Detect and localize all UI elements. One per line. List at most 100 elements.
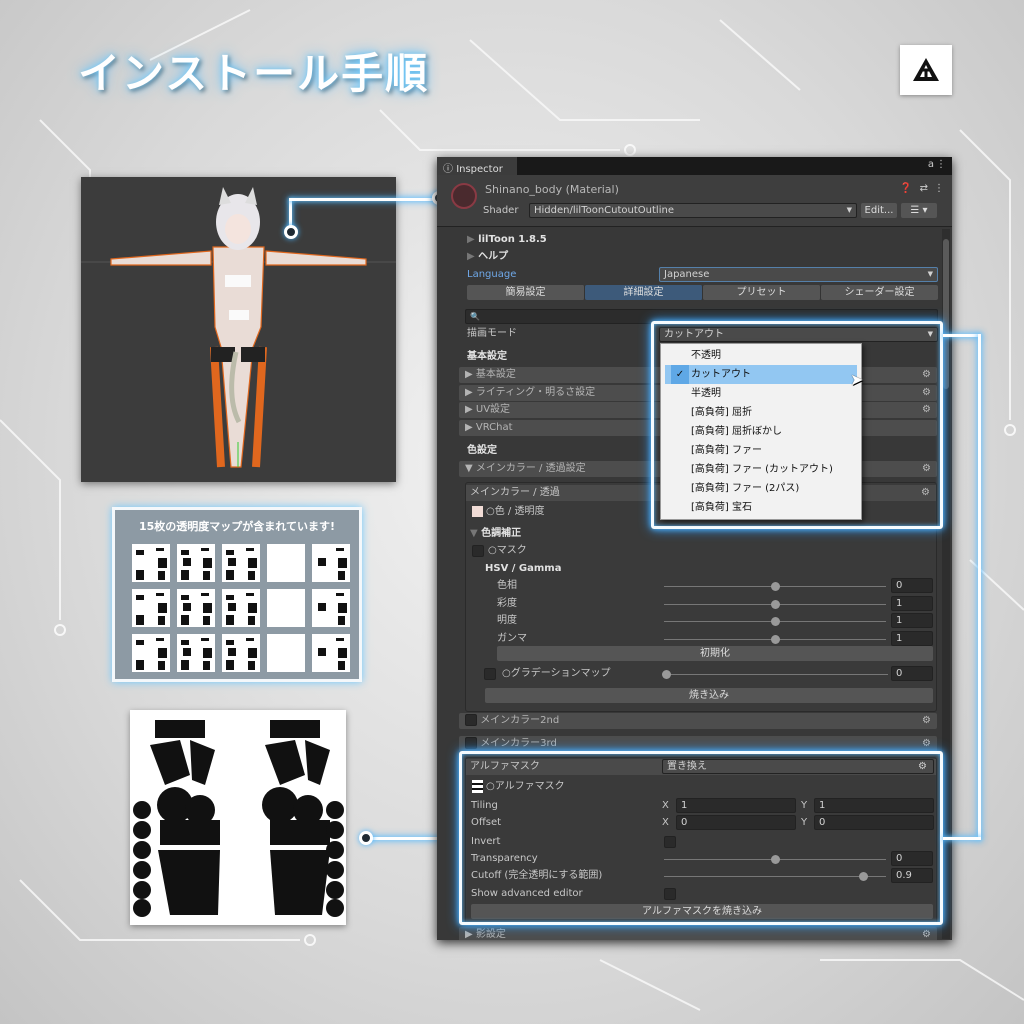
search-icon: 🔍 [470, 312, 480, 321]
slider-label: 色相 [497, 578, 517, 594]
menu-item-label: [高負荷] ファー [691, 445, 762, 456]
lock-icon[interactable]: a [928, 159, 934, 170]
slider-value-field[interactable]: 0 [891, 578, 933, 593]
slider-knob[interactable] [771, 582, 780, 591]
help-icon[interactable]: ❓ [900, 183, 912, 194]
menu-item-label: カットアウト [691, 369, 751, 380]
info-icon: ⓘ [443, 164, 456, 175]
slider-value-field[interactable]: 1 [891, 596, 933, 611]
transparency-map-thumbnail [177, 589, 215, 627]
preset-icon[interactable]: ⇄ [920, 183, 928, 194]
slider-label: 彩度 [497, 596, 517, 612]
callout-dot [359, 831, 373, 845]
transparency-map-thumbnail [177, 544, 215, 582]
transparency-maps-panel: 15枚の透明度マップが含まれています! [112, 507, 362, 682]
hsv-slider[interactable] [664, 639, 886, 640]
tab-simple[interactable]: 簡易設定 [467, 285, 585, 300]
alpha-mask-highlight [459, 751, 943, 925]
foldout-shadow[interactable]: ▶ 影設定⚙ [459, 927, 937, 940]
chevron-down-icon: ▼ [847, 204, 852, 217]
edit-shader-button[interactable]: Edit... [861, 203, 897, 218]
callout-line [289, 198, 441, 201]
menu-item-label: 半透明 [691, 388, 721, 399]
mask-texture-slot[interactable] [472, 545, 484, 557]
callout-line [943, 334, 981, 337]
tab-inspector[interactable]: ⓘ Inspector [437, 157, 517, 175]
menu-item[interactable]: [高負荷] 宝石 [661, 498, 861, 517]
tab-advanced[interactable]: 詳細設定 [585, 285, 703, 300]
transparency-map-thumbnail [267, 544, 305, 582]
transparency-map-thumbnail [222, 589, 260, 627]
render-mode-menu: 不透明✓カットアウト半透明[高負荷] 屈折[高負荷] 屈折ぼかし[高負荷] ファ… [660, 343, 862, 520]
checkmark-icon: ✓ [671, 365, 689, 384]
callout-line [943, 837, 981, 840]
liltoon-version-foldout[interactable]: ▶ lilToon 1.8.5 [467, 232, 547, 248]
more-icon[interactable]: ⋮ [934, 183, 944, 194]
menu-item-label: [高負荷] ファー (2パス) [691, 483, 799, 494]
alpha-mask-texture [130, 710, 346, 925]
tab-shader-settings[interactable]: シェーダー設定 [821, 285, 938, 300]
color-swatch[interactable] [472, 506, 483, 517]
mode-tabs: 簡易設定 詳細設定 プリセット シェーダー設定 [467, 285, 938, 300]
foldout-main-color-2nd[interactable]: メインカラー2nd⚙ [459, 713, 937, 729]
slider-value-field[interactable]: 1 [891, 631, 933, 646]
menu-item[interactable]: [高負荷] 屈折ぼかし [661, 422, 861, 441]
reset-button[interactable]: 初期化 [497, 646, 933, 661]
gradation-texture-slot[interactable] [484, 668, 496, 680]
color-correction-foldout[interactable]: ▼ 色調補正 [470, 526, 521, 542]
shader-dropdown[interactable]: Hidden/lilToonCutoutOutline▼ [529, 203, 857, 218]
slider-knob[interactable] [771, 617, 780, 626]
mask-label: ○マスク [488, 543, 527, 559]
menu-item-label: 不透明 [691, 350, 721, 361]
render-mode-label: 描画モード [467, 326, 517, 342]
more-menu-icon[interactable]: ⋮ [936, 159, 946, 170]
transparency-map-thumbnail [132, 544, 170, 582]
menu-item[interactable]: [高負荷] ファー [661, 441, 861, 460]
brand-logo [900, 45, 952, 95]
gradation-value-field[interactable]: 0 [891, 666, 933, 681]
hsv-gamma-label: HSV / Gamma [485, 561, 561, 577]
language-dropdown[interactable]: Japanese▼ [659, 267, 938, 282]
menu-item[interactable]: ✓カットアウト [665, 365, 857, 384]
hsv-slider[interactable] [664, 586, 886, 587]
gear-icon: ⚙ [922, 736, 931, 752]
tab-preset[interactable]: プリセット [703, 285, 821, 300]
slider-value-field[interactable]: 1 [891, 613, 933, 628]
transparency-map-thumbnail [177, 634, 215, 672]
hsv-slider[interactable] [664, 621, 886, 622]
gradation-slider[interactable] [666, 674, 888, 675]
menu-item[interactable]: 不透明 [661, 346, 861, 365]
menu-item[interactable]: [高負荷] ファー (カットアウト) [661, 460, 861, 479]
foldout-main-color-3rd[interactable]: メインカラー3rd⚙ [459, 736, 937, 752]
menu-item[interactable]: [高負荷] ファー (2パス) [661, 479, 861, 498]
help-foldout[interactable]: ▶ ヘルプ [467, 249, 508, 265]
transparency-map-thumbnail [132, 589, 170, 627]
chevron-down-icon: ▼ [928, 268, 933, 281]
material-header: Shinano_body (Material) ❓ ⇄ ⋮ Shader Hid… [437, 175, 952, 227]
hsv-slider[interactable] [664, 604, 886, 605]
transparency-map-thumbnail [267, 589, 305, 627]
transparency-map-thumbnail [267, 634, 305, 672]
inspector-tab-bar: ⓘ Inspector a ⋮ [437, 157, 952, 175]
menu-item[interactable]: 半透明 [661, 384, 861, 403]
avatar-model-preview [81, 177, 396, 482]
slider-knob[interactable] [771, 635, 780, 644]
basic-settings-header: 基本設定 [467, 349, 507, 365]
menu-item-label: [高負荷] ファー (カットアウト) [691, 464, 833, 475]
transparency-panel-title: 15枚の透明度マップが含まれています! [115, 518, 359, 534]
bake-button[interactable]: 焼き込み [485, 688, 933, 703]
scene-viewport [81, 177, 396, 482]
menu-item[interactable]: [高負荷] 屈折 [661, 403, 861, 422]
material-name: Shinano_body (Material) [485, 183, 619, 196]
page-title: インストール手順 [78, 40, 429, 101]
slider-knob[interactable] [771, 600, 780, 609]
callout-line [978, 334, 981, 840]
color-settings-header: 色設定 [467, 443, 497, 459]
tab-label: Inspector [456, 164, 503, 175]
transparency-map-grid [132, 544, 359, 672]
slider-label: 明度 [497, 613, 517, 629]
material-icon [451, 183, 477, 209]
color-alpha-label: ○色 / 透明度 [486, 504, 544, 520]
menu-item-label: [高負荷] 屈折ぼかし [691, 426, 782, 437]
shader-options-button[interactable]: ☰ ▾ [901, 203, 937, 218]
